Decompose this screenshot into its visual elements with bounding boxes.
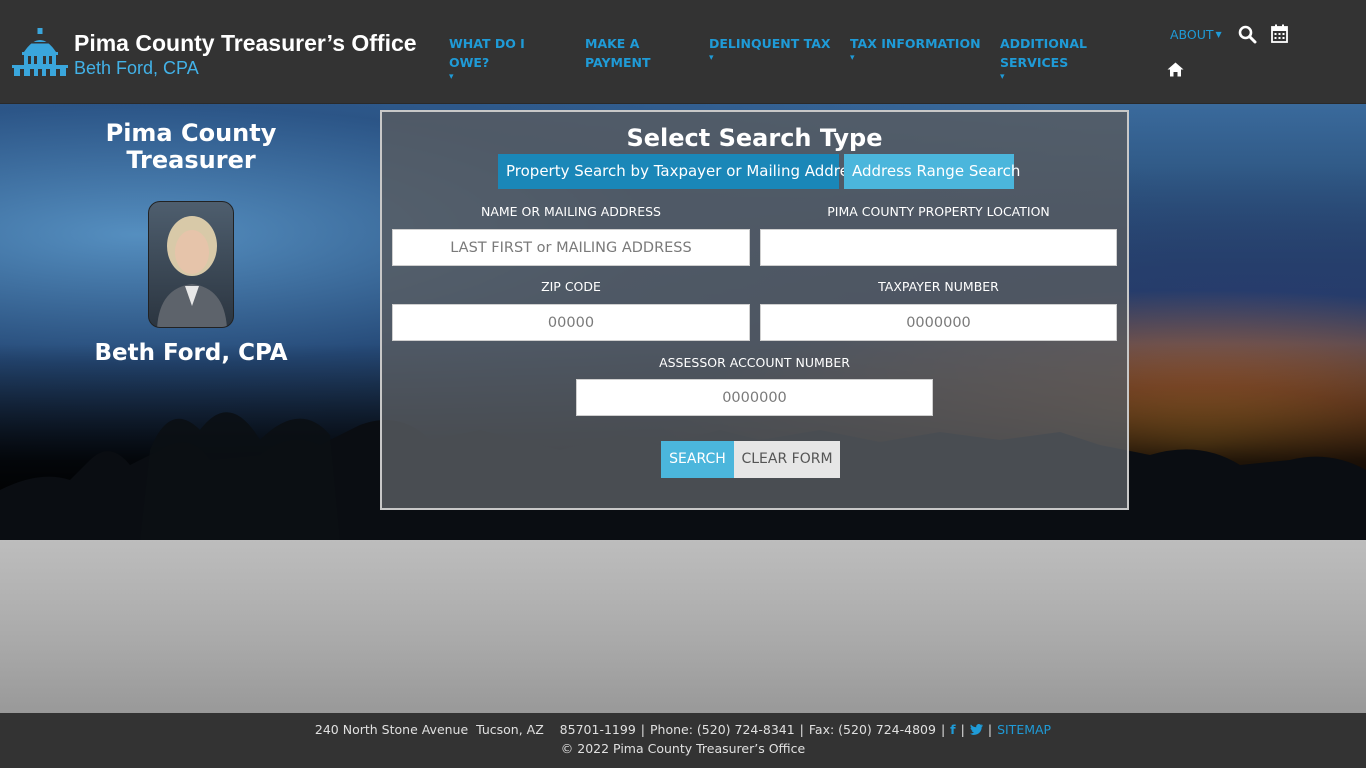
search-heading: Select Search Type — [626, 124, 883, 152]
search-button[interactable]: SEARCH — [661, 441, 734, 478]
footer-address: 240 North Stone Avenue Tucson, AZ 85701-… — [314, 722, 636, 737]
site-title[interactable]: Pima County Treasurer’s Office — [74, 30, 417, 57]
separator: | — [960, 722, 965, 737]
separator: | — [940, 722, 946, 737]
separator: | — [640, 722, 645, 737]
content-band — [0, 540, 1366, 713]
sidebar-name: Beth Ford, CPA — [94, 340, 288, 366]
caret-down-icon: ▾ — [449, 72, 454, 82]
nav-delinquent-tax[interactable]: DELINQUENT TAX ▾ — [709, 34, 834, 63]
sidebar-title: Pima County Treasurer — [105, 119, 277, 174]
nav-label: MAKE A PAYMENT — [585, 36, 651, 70]
twitter-icon[interactable] — [969, 724, 983, 735]
site-subtitle[interactable]: Beth Ford, CPA — [74, 58, 199, 79]
nav-about[interactable]: ABOUT ▼ — [1170, 27, 1222, 42]
zip-code-input[interactable] — [392, 304, 750, 341]
zip-code-label: ZIP CODE — [541, 279, 601, 294]
assessor-account-label: ASSESSOR ACCOUNT NUMBER — [659, 355, 850, 370]
caret-down-icon: ▾ — [709, 53, 714, 63]
caret-down-icon: ▾ — [850, 53, 855, 63]
nav-make-a-payment[interactable]: MAKE A PAYMENT — [585, 34, 685, 72]
nav-what-do-i-owe[interactable]: WHAT DO I OWE? ▾ — [449, 34, 569, 82]
calendar-icon[interactable] — [1271, 24, 1288, 43]
caret-down-icon: ▾ — [1000, 72, 1005, 82]
separator: | — [799, 722, 804, 737]
name-address-input[interactable] — [392, 229, 750, 266]
facebook-icon[interactable]: f — [950, 722, 955, 737]
site-header: Pima County Treasurer’s Office Beth Ford… — [0, 0, 1366, 104]
separator: | — [987, 722, 993, 737]
search-icon[interactable] — [1238, 25, 1257, 44]
nav-additional-services[interactable]: ADDITIONAL SERVICES ▾ — [1000, 34, 1155, 82]
site-footer: 240 North Stone Avenue Tucson, AZ 85701-… — [0, 713, 1366, 768]
tab-property-search[interactable]: Property Search by Taxpayer or Mailing A… — [498, 154, 865, 189]
courthouse-dome-logo-icon[interactable] — [10, 26, 70, 78]
search-panel: Select Search Type Property Search by Ta… — [380, 110, 1129, 510]
property-location-label: PIMA COUNTY PROPERTY LOCATION — [827, 204, 1050, 219]
footer-copyright: © 2022 Pima County Treasurer’s Office — [560, 741, 806, 756]
sitemap-link[interactable]: SITEMAP — [997, 722, 1051, 737]
name-address-label: NAME OR MAILING ADDRESS — [481, 204, 661, 219]
footer-phone: Phone: (520) 724-8341 — [650, 722, 795, 737]
footer-contact: 240 North Stone Avenue Tucson, AZ 85701-… — [0, 722, 1366, 737]
home-icon[interactable] — [1167, 62, 1184, 77]
treasurer-portrait-image — [148, 201, 234, 328]
nav-label: TAX INFORMATION — [850, 36, 981, 51]
nav-tax-information[interactable]: TAX INFORMATION ▾ — [850, 34, 985, 63]
taxpayer-number-input[interactable] — [760, 304, 1117, 341]
tab-address-range-search[interactable]: Address Range Search — [844, 154, 1020, 189]
nav-about-label: ABOUT — [1170, 27, 1214, 42]
nav-label: WHAT DO I OWE? — [449, 36, 525, 70]
nav-label: ADDITIONAL SERVICES — [1000, 36, 1087, 70]
caret-down-icon: ▼ — [1215, 30, 1222, 39]
footer-fax: Fax: (520) 724-4809 — [808, 722, 936, 737]
hero-banner: Pima County Treasurer Beth Ford, CPA Sel… — [0, 104, 1366, 540]
property-location-input[interactable] — [760, 229, 1117, 266]
assessor-account-input[interactable] — [576, 379, 933, 416]
taxpayer-number-label: TAXPAYER NUMBER — [878, 279, 999, 294]
nav-label: DELINQUENT TAX — [709, 36, 831, 51]
clear-form-button[interactable]: CLEAR FORM — [734, 441, 840, 478]
